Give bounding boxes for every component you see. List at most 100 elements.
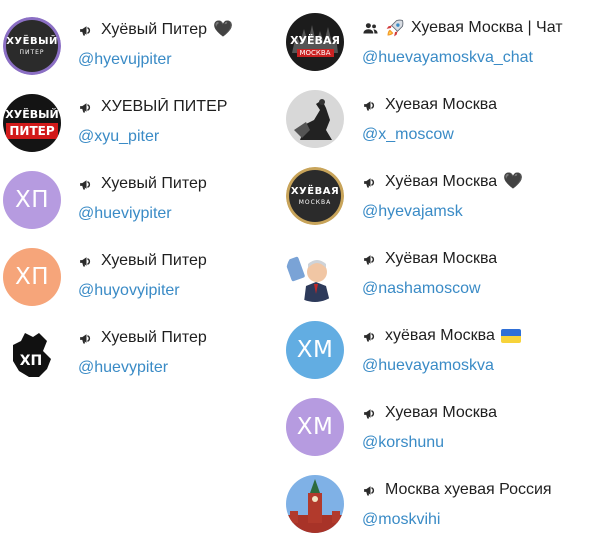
- channel-title-row: ХУЕВЫЙ ПИТЕР: [78, 95, 278, 119]
- avatar: ХУЁВАЯ МОСКВА: [286, 167, 344, 225]
- channel-title-row: Хуевый Питер: [78, 326, 278, 350]
- avatar-photo: [286, 90, 344, 148]
- avatar: ХУЁВЫЙ ПИТЕР: [3, 17, 61, 75]
- channel-info: Хуевая Москва | Чат @huevayamoskva_chat: [362, 16, 592, 67]
- avatar: [286, 90, 344, 148]
- megaphone-icon: [80, 179, 91, 189]
- avatar: ХП: [3, 325, 61, 383]
- avatar: [286, 475, 344, 533]
- channel-username-link[interactable]: @huyovyipiter: [78, 282, 278, 300]
- avatar-logo: ХУЁВЫЙ ПИТЕР: [3, 94, 61, 152]
- avatar-logo: ХУЁВЫЙ ПИТЕР: [6, 35, 58, 56]
- group-icon: [363, 22, 378, 33]
- black-heart-icon: 🖤: [503, 173, 524, 190]
- channel-info: ХУЕВЫЙ ПИТЕР @xyu_piter: [78, 95, 278, 146]
- megaphone-icon: [364, 331, 375, 341]
- megaphone-icon: [364, 254, 375, 264]
- channel-name: Хуёвый Питер: [101, 21, 207, 38]
- channel-info: Хуёвая Москва @nashamoscow: [362, 247, 592, 298]
- channel-info: Хуёвая Москва 🖤 @hyevajamsk: [362, 170, 592, 221]
- channel-result-item[interactable]: ХП Хуевый Питер @hueviypiter: [0, 154, 282, 231]
- channel-info: Хуевый Питер @hueviypiter: [78, 172, 278, 223]
- megaphone-icon: [364, 485, 375, 495]
- svg-text:ХП: ХП: [20, 353, 43, 369]
- channel-name: Хуёвая Москва: [385, 250, 498, 267]
- channel-title-row: Хуевая Москва: [362, 401, 592, 425]
- channel-result-item[interactable]: Хуёвая Москва @nashamoscow: [282, 231, 594, 308]
- channel-result-item[interactable]: ХМ хуёвая Москва @huevayamoskva: [282, 308, 594, 385]
- channel-username-link[interactable]: @huevayamoskva: [362, 357, 592, 375]
- channel-name: ХУЕВЫЙ ПИТЕР: [101, 98, 228, 115]
- avatar-logo: ХУЁВАЯ МОСКВА: [286, 13, 344, 71]
- avatar: ХП: [3, 248, 61, 306]
- channel-username-link[interactable]: @hueviypiter: [78, 205, 278, 223]
- avatar-sticker: ХП: [3, 325, 61, 383]
- channel-title-row: Хуёвый Питер 🖤: [78, 18, 278, 42]
- channel-search-results: ХУЁВЫЙ ПИТЕР Хуёвый Питер 🖤 @hyevujpiter ХУЁВ…: [0, 0, 594, 550]
- channel-result-item[interactable]: Хуевая Москва @x_moscow: [282, 77, 594, 154]
- avatar: ХМ: [286, 398, 344, 456]
- avatar-initials: ХП: [14, 264, 50, 290]
- channel-name: Хуёвая Москва: [385, 173, 498, 190]
- channel-result-item[interactable]: ХУЁВАЯ МОСКВА Хуевая Москва | Чат @huevayam…: [282, 0, 594, 77]
- channel-title-row: хуёвая Москва: [362, 324, 592, 348]
- channel-title-row: Хуевый Питер: [78, 249, 278, 273]
- channel-result-item[interactable]: ХП Хуевый Питер @huevypiter: [0, 308, 282, 385]
- channel-title-row: Москва хуевая Россия: [362, 478, 592, 502]
- channel-info: Москва хуевая Россия @moskvihi: [362, 478, 592, 529]
- channel-result-item[interactable]: ХУЁВАЯ МОСКВА Хуёвая Москва 🖤 @hyevajamsk: [282, 154, 594, 231]
- channel-info: Хуёвый Питер 🖤 @hyevujpiter: [78, 18, 278, 69]
- megaphone-icon: [80, 256, 91, 266]
- channel-username-link[interactable]: @huevypiter: [78, 359, 278, 377]
- avatar: ХП: [3, 171, 61, 229]
- channel-name: Хуевый Питер: [101, 329, 207, 346]
- rocket-icon: [386, 19, 404, 37]
- channel-username-link[interactable]: @nashamoscow: [362, 280, 592, 298]
- channel-title-row: Хуевая Москва: [362, 93, 592, 117]
- channel-username-link[interactable]: @hyevajamsk: [362, 203, 592, 221]
- channel-name: Хуевый Питер: [101, 175, 207, 192]
- avatar-initials: ХМ: [296, 414, 334, 440]
- channel-title-row: Хуёвая Москва 🖤: [362, 170, 592, 194]
- megaphone-icon: [364, 177, 375, 187]
- channel-name: хуёвая Москва: [385, 327, 495, 344]
- channel-info: Хуевая Москва @korshunu: [362, 401, 592, 452]
- channel-info: Хуевая Москва @x_moscow: [362, 93, 592, 144]
- avatar-initials: ХМ: [296, 337, 334, 363]
- channel-title-row: Хуевый Питер: [78, 172, 278, 196]
- black-heart-icon: 🖤: [212, 21, 233, 38]
- channel-name: Хуевая Москва: [385, 96, 497, 113]
- channel-username-link[interactable]: @hyevujpiter: [78, 51, 278, 69]
- channel-username-link[interactable]: @korshunu: [362, 434, 592, 452]
- megaphone-icon: [80, 102, 91, 112]
- channel-name: Хуевая Москва | Чат: [411, 19, 563, 36]
- channel-name: Москва хуевая Россия: [385, 481, 552, 498]
- channel-username-link[interactable]: @moskvihi: [362, 511, 592, 529]
- avatar-initials: ХП: [14, 187, 50, 213]
- channel-info: Хуевый Питер @huevypiter: [78, 326, 278, 377]
- channel-username-link[interactable]: @huevayamoskva_chat: [362, 49, 592, 67]
- channel-username-link[interactable]: @x_moscow: [362, 126, 592, 144]
- avatar-logo: ХУЁВАЯ МОСКВА: [290, 185, 340, 206]
- channel-result-item[interactable]: Москва хуевая Россия @moskvihi: [282, 462, 594, 539]
- channel-name: Хуевый Питер: [101, 252, 207, 269]
- avatar: ХУЁВЫЙ ПИТЕР: [3, 94, 61, 152]
- channel-result-item[interactable]: ХП Хуевый Питер @huyovyipiter: [0, 231, 282, 308]
- channel-info: хуёвая Москва @huevayamoskva: [362, 324, 592, 375]
- ukraine-flag-icon: [500, 329, 521, 343]
- avatar: [286, 244, 344, 302]
- megaphone-icon: [80, 333, 91, 343]
- channel-username-link[interactable]: @xyu_piter: [78, 128, 278, 146]
- megaphone-icon: [364, 408, 375, 418]
- avatar: ХУЁВАЯ МОСКВА: [286, 13, 344, 71]
- avatar-cartoon: [286, 244, 344, 302]
- channel-info: Хуевый Питер @huyovyipiter: [78, 249, 278, 300]
- channel-result-item[interactable]: ХУЁВЫЙ ПИТЕР Хуёвый Питер 🖤 @hyevujpiter: [0, 0, 282, 77]
- channel-result-item[interactable]: ХМ Хуевая Москва @korshunu: [282, 385, 594, 462]
- channel-result-item[interactable]: ХУЁВЫЙ ПИТЕР ХУЕВЫЙ ПИТЕР @xyu_piter: [0, 77, 282, 154]
- megaphone-icon: [364, 100, 375, 110]
- avatar: ХМ: [286, 321, 344, 379]
- channel-title-row: Хуёвая Москва: [362, 247, 592, 271]
- megaphone-icon: [80, 25, 91, 35]
- channel-title-row: Хуевая Москва | Чат: [362, 16, 592, 40]
